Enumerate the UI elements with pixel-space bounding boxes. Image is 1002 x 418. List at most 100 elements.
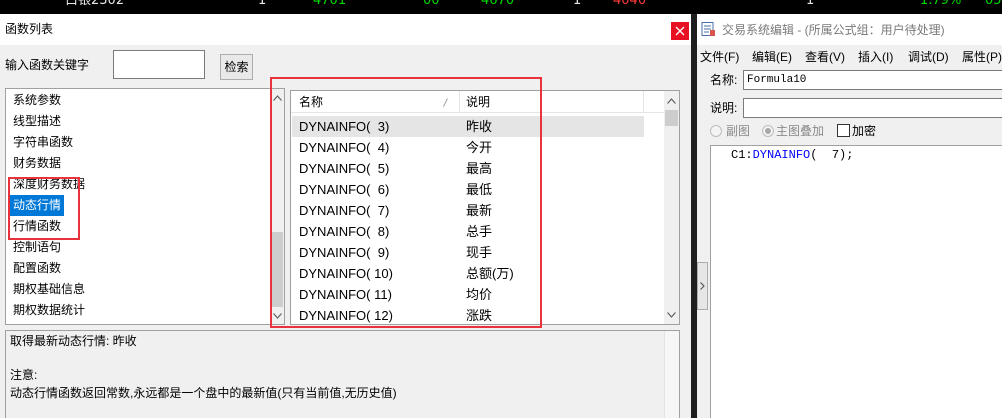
category-item-option-basic-info[interactable]: 期权基础信息	[6, 279, 270, 300]
table-row[interactable]: DYNAINFO( 7) 最新	[292, 200, 644, 221]
category-list[interactable]: 系统参数 线型描述 字符串函数 财务数据 深度财务数据 动态行情 行情函数 控制…	[5, 88, 285, 325]
description-note-text: 动态行情函数返回常数,永远都是一个盘中的最新值(只有当前值,无历史值)	[10, 386, 397, 400]
function-desc: 现手	[466, 245, 493, 260]
scroll-up-icon	[667, 97, 676, 104]
expand-chevron-icon	[700, 282, 705, 290]
menu-insert[interactable]: 插入(I)	[858, 48, 893, 66]
table-row[interactable]: DYNAINFO( 11) 均价	[292, 284, 644, 305]
category-label: 期权基础信息	[13, 282, 86, 296]
function-name: DYNAINFO( 8)	[299, 224, 390, 239]
function-desc: 最新	[466, 203, 493, 218]
editor-titlebar[interactable]: 交易系统编辑 - (所属公式组：用户待处理)	[697, 14, 1002, 45]
menu-properties[interactable]: 属性(P)	[962, 48, 1002, 66]
scroll-up-icon	[272, 94, 282, 101]
column-header-desc[interactable]: 说明	[466, 95, 490, 109]
category-label: 行情函数	[13, 219, 62, 233]
category-label: 期权数据统计	[13, 303, 86, 317]
category-item-string-functions[interactable]: 字符串函数	[6, 132, 270, 153]
table-row[interactable]: DYNAINFO( 8) 总手	[292, 221, 644, 242]
table-row[interactable]: DYNAINFO( 6) 最低	[292, 179, 644, 200]
function-list-titlebar[interactable]: 函数列表	[0, 14, 691, 45]
function-name: DYNAINFO( 12)	[299, 308, 393, 323]
ticker-value: 1.79%	[920, 0, 962, 8]
scroll-up-button[interactable]	[664, 92, 679, 109]
scroll-down-button[interactable]	[270, 307, 284, 324]
ticker-value: 00	[423, 0, 440, 8]
category-list-scrollbar[interactable]	[270, 89, 284, 324]
menu-debug[interactable]: 调试(D)	[908, 48, 949, 66]
main-overlay-radio[interactable]	[762, 125, 774, 137]
sub-chart-radio[interactable]	[710, 125, 722, 137]
category-item-config-functions[interactable]: 配置函数	[6, 258, 270, 279]
function-desc: 涨跌	[466, 308, 493, 323]
ticker-value: 白银2302	[65, 0, 125, 8]
trading-system-editor-window: 交易系统编辑 - (所属公式组：用户待处理) 文件(F) 编辑(E) 查看(V)…	[697, 14, 1002, 418]
function-table[interactable]: 名称 说明 DYNAINFO( 3) 昨收 DYNAINFO( 4) 今开 DYNA…	[290, 90, 680, 325]
function-desc: 今开	[466, 140, 493, 155]
category-label: 深度财务数据	[13, 177, 86, 191]
scrollbar-thumb[interactable]	[665, 110, 678, 126]
description-summary: 取得最新动态行情: 昨收	[10, 334, 137, 348]
code-function-keyword: DYNAINFO	[752, 148, 811, 162]
category-item-option-data-stats[interactable]: 期权数据统计	[6, 300, 270, 321]
function-desc: 昨收	[466, 119, 493, 134]
description-note-label: 注意:	[10, 368, 38, 382]
category-item-line-style[interactable]: 线型描述	[6, 111, 270, 132]
function-desc: 最低	[466, 182, 493, 197]
category-label: 动态行情	[10, 195, 65, 216]
table-row[interactable]: DYNAINFO( 12) 涨跌	[292, 305, 644, 326]
scroll-up-button[interactable]	[270, 89, 284, 106]
encrypt-label: 加密	[852, 124, 877, 138]
category-item-system-params[interactable]: 系统参数	[6, 90, 270, 111]
scroll-down-button[interactable]	[664, 306, 679, 323]
ticker-value: 4670	[481, 0, 515, 8]
function-desc: 总额(万)	[466, 266, 514, 281]
table-row[interactable]: DYNAINFO( 3) 昨收	[292, 116, 644, 137]
encrypt-checkbox[interactable]	[837, 124, 850, 137]
function-name: DYNAINFO( 10)	[299, 266, 393, 281]
search-button[interactable]: 检索	[220, 54, 253, 80]
category-label: 系统参数	[13, 93, 62, 107]
expand-panel-button[interactable]	[697, 262, 708, 310]
code-prefix: C1:	[731, 148, 753, 162]
main-overlay-label: 主图叠加	[776, 124, 825, 138]
scroll-down-icon	[667, 311, 676, 318]
menu-edit[interactable]: 编辑(E)	[752, 48, 792, 66]
code-editor[interactable]: C1:DYNAINFO( 7);	[710, 145, 1002, 418]
search-input[interactable]	[113, 50, 205, 79]
ticker-value: 1	[806, 0, 815, 8]
category-item-financial-data[interactable]: 财务数据	[6, 153, 270, 174]
table-row[interactable]: DYNAINFO( 5) 最高	[292, 158, 644, 179]
scrollbar-thumb[interactable]	[271, 232, 283, 307]
function-desc: 最高	[466, 161, 493, 176]
column-divider[interactable]	[643, 91, 644, 113]
ticker-value: 1	[258, 0, 267, 8]
app-icon	[700, 21, 716, 37]
dialog-title: 函数列表	[5, 22, 54, 36]
sort-indicator-icon	[443, 98, 448, 107]
table-row[interactable]: DYNAINFO( 4) 今开	[292, 137, 644, 158]
category-label: 配置函数	[13, 261, 62, 275]
function-table-scrollbar[interactable]	[664, 91, 679, 324]
description-scrollbar[interactable]	[664, 331, 679, 418]
close-button[interactable]	[671, 22, 689, 40]
function-name: DYNAINFO( 6)	[299, 182, 390, 197]
column-header-name[interactable]: 名称	[299, 95, 323, 109]
ticker-value: 4701	[313, 0, 347, 8]
category-item-quote-functions[interactable]: 行情函数	[6, 216, 270, 237]
column-divider[interactable]	[459, 91, 460, 113]
formula-name-input[interactable]	[743, 70, 1002, 90]
formula-description-input[interactable]	[743, 98, 1002, 118]
ticker-value: 4040	[613, 0, 647, 8]
table-row[interactable]: DYNAINFO( 10) 总额(万)	[292, 263, 644, 284]
function-name: DYNAINFO( 11)	[299, 287, 392, 302]
function-name: DYNAINFO( 3)	[299, 119, 390, 134]
quote-ticker-strip: 白银2302 1 4701 00 4670 1 4040 1 1.79% 05	[0, 0, 1002, 14]
category-item-deep-financial-data[interactable]: 深度财务数据	[6, 174, 270, 195]
menu-view[interactable]: 查看(V)	[805, 48, 845, 66]
category-item-control-statements[interactable]: 控制语句	[6, 237, 270, 258]
menu-file[interactable]: 文件(F)	[700, 48, 739, 66]
close-icon	[675, 26, 685, 36]
category-item-dynamic-quotes[interactable]: 动态行情	[6, 195, 270, 216]
table-row[interactable]: DYNAINFO( 9) 现手	[292, 242, 644, 263]
